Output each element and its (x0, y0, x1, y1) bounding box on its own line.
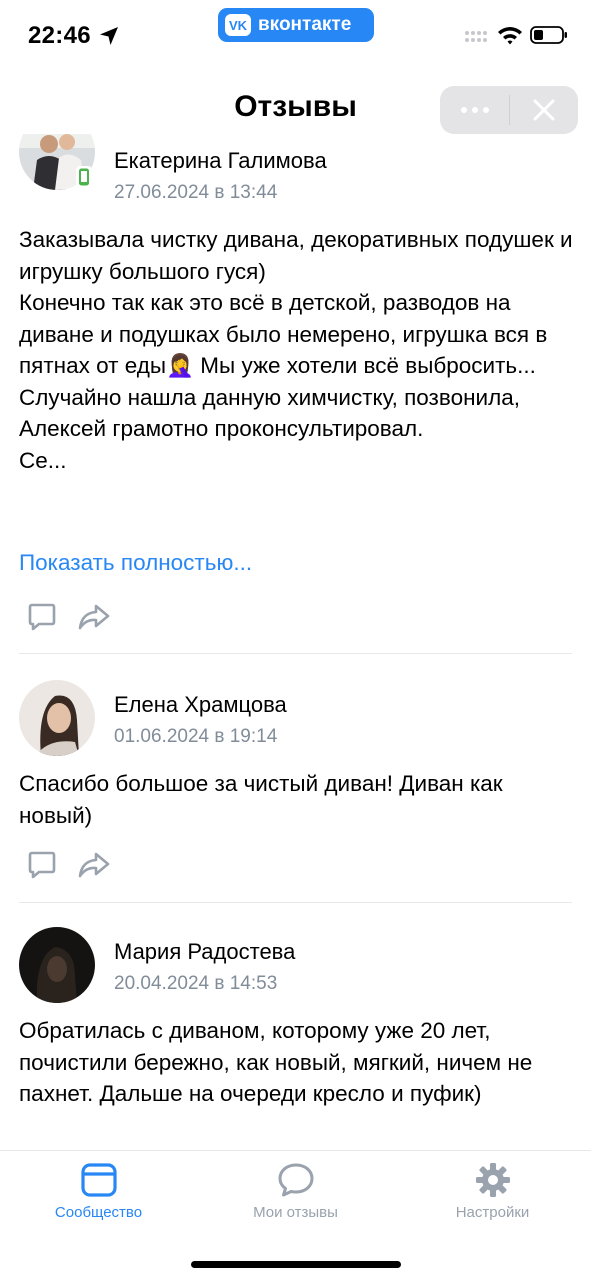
tab-label: Сообщество (54, 1204, 143, 1221)
review-text: Спасибо большое за чистый диван! Диван к… (19, 771, 503, 828)
more-dot (471, 107, 478, 113)
chat-bubble-icon (278, 1163, 314, 1197)
phone-icon (79, 168, 89, 186)
review-text: Заказывала чистку дивана, декоративных п… (19, 227, 573, 473)
gear-icon (476, 1163, 510, 1197)
comment-icon[interactable] (25, 848, 59, 882)
tab-settings[interactable]: Настройки (394, 1151, 591, 1241)
close-button[interactable] (510, 86, 578, 134)
divider (19, 902, 572, 903)
cellular-signal-icon (465, 31, 487, 42)
reviews-feed[interactable]: Екатерина Галимова 27.06.2024 в 13:44 За… (0, 134, 591, 1150)
review-text: Обратилась с диваном, которому уже 20 ле… (19, 1018, 533, 1106)
more-button[interactable] (440, 86, 509, 134)
location-arrow-icon (100, 27, 118, 45)
home-indicator (191, 1261, 401, 1268)
review-date: 01.06.2024 в 19:14 (114, 726, 278, 747)
tab-label: Настройки (455, 1204, 530, 1221)
close-icon (533, 99, 555, 121)
avatar[interactable] (19, 680, 95, 756)
app-pill-label: вконтакте (258, 14, 352, 35)
review-author[interactable]: Екатерина Галимова (114, 148, 327, 174)
community-icon (81, 1163, 117, 1197)
status-bar: 22:46 VK вконтакте (0, 0, 591, 70)
avatar-photo (19, 927, 95, 1003)
comment-icon[interactable] (25, 600, 59, 634)
tab-label: Мои отзывы (253, 1204, 338, 1221)
wifi-icon (498, 27, 522, 45)
more-dots-icon (460, 107, 467, 113)
battery-icon (530, 26, 567, 44)
divider (19, 653, 572, 654)
review-date: 20.04.2024 в 14:53 (114, 973, 278, 994)
more-dot (482, 107, 489, 113)
review-author[interactable]: Елена Храмцова (114, 692, 287, 718)
share-icon[interactable] (77, 848, 111, 882)
review-author[interactable]: Мария Радостева (114, 939, 295, 965)
mini-app-capsule (440, 86, 578, 134)
vk-logo-icon: VK (225, 14, 251, 36)
review-card: Екатерина Галимова 27.06.2024 в 13:44 За… (0, 134, 591, 654)
share-icon[interactable] (77, 600, 111, 634)
avatar-photo (19, 680, 95, 756)
review-card: Елена Храмцова 01.06.2024 в 19:14 Спасиб… (0, 664, 591, 904)
show-more-link[interactable]: Показать полностью... (19, 550, 252, 576)
review-date: 27.06.2024 в 13:44 (114, 182, 278, 203)
tab-my-reviews[interactable]: Мои отзывы (197, 1151, 394, 1241)
review-card: Мария Радостева 20.04.2024 в 14:53 Обрат… (0, 914, 591, 1150)
app-pill[interactable]: VK вконтакте (218, 8, 374, 42)
online-mobile-badge (76, 166, 92, 188)
avatar[interactable] (19, 927, 95, 1003)
tab-community[interactable]: Сообщество (0, 1151, 197, 1241)
status-time: 22:46 (28, 22, 91, 49)
